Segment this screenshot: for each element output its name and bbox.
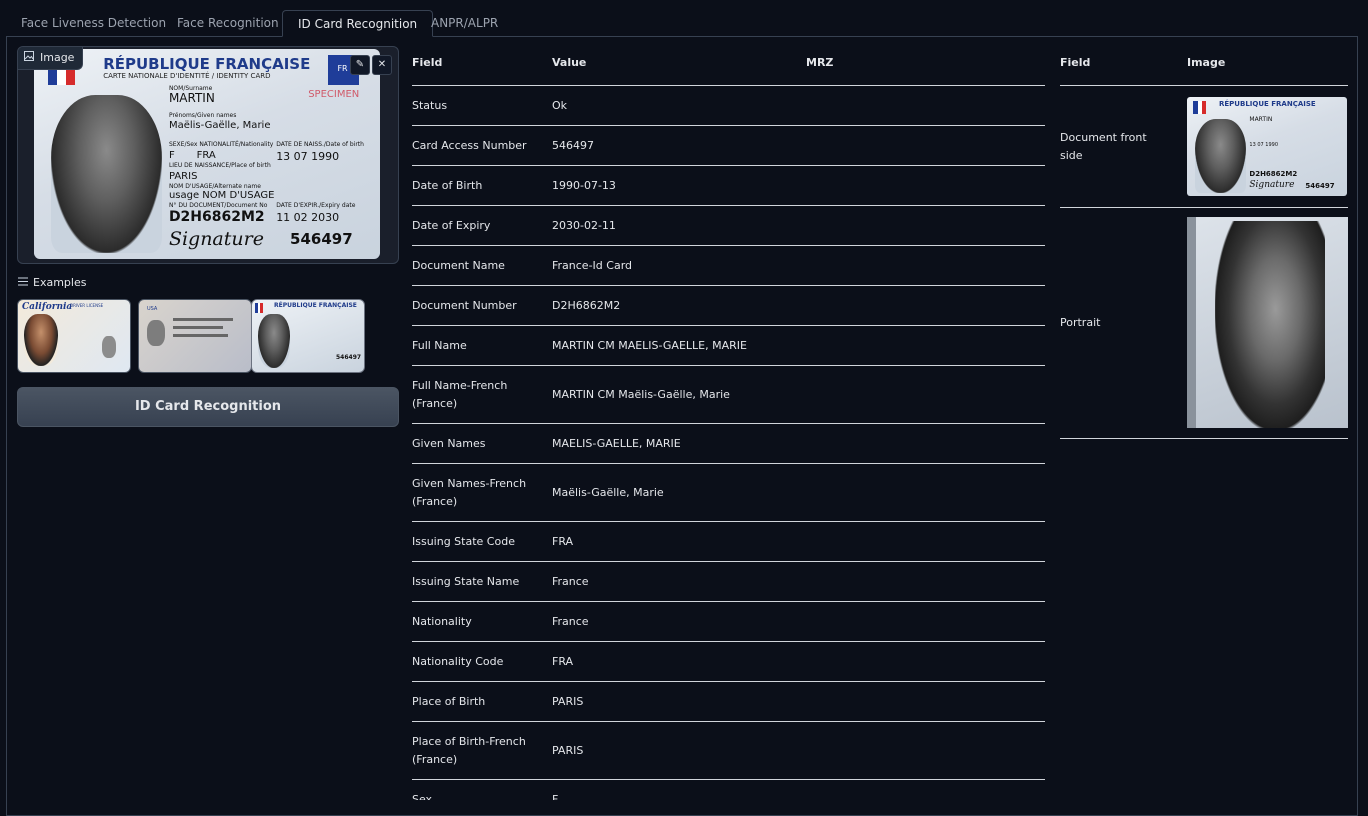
table-row: Place of Birth-French (France) PARIS [412,722,1045,780]
tab-id-card-recognition[interactable]: ID Card Recognition [282,10,434,37]
table-row: Full Name-French (France) MARTIN CM Maëli… [412,366,1045,424]
card-access-number: 546497 [290,229,353,248]
field-name: Full Name-French (France) [412,378,508,410]
table-row: Document Number D2H6862M2 [412,286,1045,326]
field-value: Maëlis-Gaëlle, Marie [552,485,664,499]
field-value: France [552,614,589,628]
field-value: Ok [552,98,568,112]
example-usa[interactable]: USA [138,299,252,373]
field-value: 546497 [552,138,594,152]
table-row: Issuing State Code FRA [412,522,1045,562]
field-name: Place of Birth [412,694,486,708]
table-row: Document Name France-Id Card [412,246,1045,286]
field-value: D2H6862M2 [552,298,621,312]
portrait-image[interactable] [1187,217,1348,428]
example-photo [24,314,58,366]
field-name: Place of Birth-French (France) [412,734,526,766]
table-row: Given Names MAELIS-GAELLE, MARIE [412,424,1045,464]
field-name: Document Number [412,298,517,312]
tab-face-liveness[interactable]: Face Liveness Detection [6,10,181,36]
document-front-image[interactable]: RÉPUBLIQUE FRANÇAISE MARTIN 13 07 1990 D… [1187,97,1347,196]
id-card-recognition-button[interactable]: ID Card Recognition [17,387,399,427]
table-row: Date of Expiry 2030-02-11 [412,206,1045,246]
results-table: Field Value MRZ Status Ok Card Access Numb… [412,56,1045,800]
field-value: PARIS [552,694,584,708]
field-value: 1990-07-13 [552,178,616,192]
field-value: MARTIN CM MAELIS-GAELLE, MARIE [552,338,747,352]
table-row: Card Access Number 546497 [412,126,1045,166]
portrait-photo [51,95,163,253]
id-card-image: RÉPUBLIQUE FRANÇAISE CARTE NATIONALE D'I… [34,49,380,259]
table-row: Full Name MARTIN CM MAELIS-GAELLE, MARIE [412,326,1045,366]
tab-bar: Face Liveness Detection Face Recognition… [6,10,1358,37]
field-name: Card Access Number [412,138,527,152]
field-name: Issuing State Code [412,534,515,548]
table-row: Portrait [1060,208,1348,439]
specimen-stamp: SPECIMEN [308,88,360,100]
image-label: Image [18,47,84,70]
image-input[interactable]: Image ✎ ✕ RÉPUBLIQUE FRANÇAISE CARTE NAT… [17,46,399,264]
field-name: Date of Birth [412,178,483,192]
table-row: Issuing State Name France [412,562,1045,602]
field-value: France-Id Card [552,258,633,272]
table-row: Document front side RÉPUBLIQUE FRANÇAISE… [1060,86,1348,208]
field-value: France [552,574,589,588]
table-row: Place of Birth PARIS [412,682,1045,722]
table-row: Nationality Code FRA [412,642,1045,682]
example-california[interactable]: California DRIVER LICENSE [17,299,131,373]
field-name: Issuing State Name [412,574,520,588]
table-row: Date of Birth 1990-07-13 [412,166,1045,206]
field-name: Full Name [412,338,467,352]
field-value: F [552,792,559,801]
image-icon [24,47,34,69]
example-photo [147,320,165,346]
field-name: Given Names [412,436,486,450]
field-name: Sex [412,792,433,801]
example-photo [258,314,290,368]
field-name: Date of Expiry [412,218,491,232]
tab-anpr-alpr[interactable]: ANPR/ALPR [416,10,513,36]
field-name: Nationality Code [412,654,504,668]
table-row: Given Names-French (France) Maëlis-Gaëlle… [412,464,1045,522]
field-name: Nationality [412,614,472,628]
field-value: PARIS [552,743,584,757]
edit-icon[interactable]: ✎ [350,55,370,75]
field-name: Status [412,98,448,112]
close-icon[interactable]: ✕ [372,55,392,75]
card-subtitle: CARTE NATIONALE D'IDENTITÉ / IDENTITY CA… [103,72,271,81]
field-name: Given Names-French (France) [412,476,527,508]
field-value: MAELIS-GAELLE, MARIE [552,436,681,450]
card-signature: Signature [168,227,264,250]
table-row: Sex F [412,780,1045,801]
list-icon [18,276,28,289]
field-value: FRA [552,654,574,668]
field-value: MARTIN CM Maëlis-Gaëlle, Marie [552,387,730,401]
table-row: Status Ok [412,86,1045,126]
examples-label: Examples [18,276,86,289]
card-title: RÉPUBLIQUE FRANÇAISE [103,55,311,74]
images-table: Field Image Document front side RÉPUBLIQ… [1060,56,1348,456]
field-value: FRA [552,534,574,548]
field-value: 2030-02-11 [552,218,616,232]
example-france[interactable]: RÉPUBLIQUE FRANÇAISE 546497 [251,299,365,373]
field-name: Document Name [412,258,505,272]
table-row: Nationality France [412,602,1045,642]
tab-face-recognition[interactable]: Face Recognition [162,10,294,36]
